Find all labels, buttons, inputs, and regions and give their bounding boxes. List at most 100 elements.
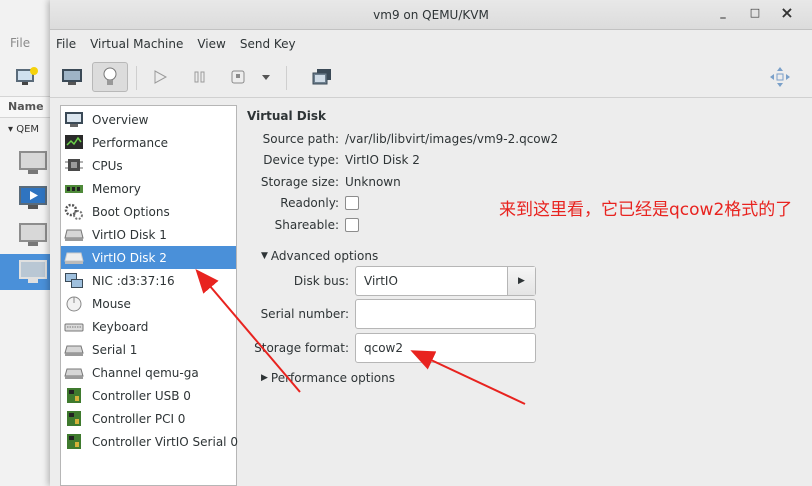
menu-view[interactable]: View	[197, 37, 225, 51]
serial-number-label: Serial number:	[260, 307, 349, 321]
device-item-serial-1[interactable]: Serial 1	[61, 338, 236, 361]
menu-send-key[interactable]: Send Key	[240, 37, 296, 51]
run-icon	[154, 70, 167, 84]
device-item-boot-options[interactable]: Boot Options	[61, 200, 236, 223]
device-label: Memory	[92, 181, 141, 196]
source-path-value: /var/lib/libvirt/images/vm9-2.qcow2	[345, 132, 559, 146]
bg-menu-file[interactable]: File	[10, 36, 30, 50]
device-label: Boot Options	[92, 204, 170, 219]
minimize-button[interactable]: _	[714, 6, 732, 24]
combo-arrow-icon[interactable]: ▶	[507, 267, 535, 295]
hardware-device-list: Overview Performance CPUs Memory Boot Op…	[60, 105, 238, 486]
toolbar	[50, 58, 812, 98]
device-item-keyboard[interactable]: Keyboard	[61, 315, 236, 338]
device-item-overview[interactable]: Overview	[61, 108, 236, 131]
expanded-arrow-icon: ▼	[261, 251, 268, 261]
device-item-controller-pci-0[interactable]: Controller PCI 0	[61, 407, 236, 430]
serial-icon	[64, 341, 84, 358]
shutdown-icon	[231, 70, 245, 84]
bg-connection-group[interactable]: ▾ QEM	[8, 124, 39, 135]
device-type-label: Device type:	[263, 153, 339, 167]
device-item-controller-virtio-serial-0[interactable]: Controller VirtIO Serial 0	[61, 430, 238, 453]
shutdown-dropdown-button[interactable]	[254, 62, 278, 92]
device-item-controller-usb-0[interactable]: Controller USB 0	[61, 384, 236, 407]
storage-size-row: Storage size: Unknown	[247, 172, 401, 192]
controller-icon	[64, 433, 84, 450]
device-label: CPUs	[92, 158, 123, 173]
source-path-label: Source path:	[262, 132, 339, 146]
cpu-icon	[64, 157, 84, 174]
vm-details-window: vm9 on QEMU/KVM _ □ × File Virtual Machi…	[50, 0, 812, 486]
snapshots-icon	[312, 69, 331, 85]
storage-format-row: Storage format:	[247, 338, 349, 358]
pause-button[interactable]	[182, 62, 218, 92]
shareable-row: Shareable:	[247, 215, 359, 235]
run-button[interactable]	[142, 62, 178, 92]
pause-icon	[194, 71, 205, 83]
device-item-mouse[interactable]: Mouse	[61, 292, 236, 315]
device-label: NIC :d3:37:16	[92, 273, 175, 288]
section-title: Virtual Disk	[247, 109, 326, 123]
window-title: vm9 on QEMU/KVM	[373, 8, 489, 22]
title-bar[interactable]: vm9 on QEMU/KVM _ □ ×	[50, 0, 812, 30]
disk-bus-combo[interactable]: VirtIO ▶	[355, 266, 536, 296]
device-type-value: VirtIO Disk 2	[345, 153, 420, 167]
shutdown-button[interactable]	[220, 62, 256, 92]
device-type-row: Device type: VirtIO Disk 2	[247, 150, 420, 170]
menu-bar: File Virtual Machine View Send Key	[50, 30, 812, 58]
device-label: Keyboard	[92, 319, 149, 334]
disk-icon	[64, 226, 84, 243]
performance-options-label: Performance options	[270, 371, 395, 385]
advanced-options-expander[interactable]: ▼ Advanced options	[261, 249, 378, 263]
console-button[interactable]	[54, 62, 90, 92]
close-button[interactable]: ×	[778, 3, 796, 22]
bg-vm-running-icon[interactable]	[18, 185, 50, 211]
disk-bus-value: VirtIO	[364, 274, 398, 288]
bg-vm-monitor-icon	[19, 260, 47, 283]
device-item-virtio-disk-1[interactable]: VirtIO Disk 1	[61, 223, 236, 246]
overview-icon	[64, 111, 84, 128]
readonly-checkbox[interactable]	[345, 196, 359, 210]
shareable-checkbox[interactable]	[345, 218, 359, 232]
device-label: Controller VirtIO Serial 0	[92, 434, 238, 449]
collapsed-arrow-icon: ▶	[261, 373, 268, 383]
storage-size-value: Unknown	[345, 175, 401, 189]
nic-icon	[64, 272, 84, 289]
performance-icon	[64, 134, 84, 151]
device-item-channel-qemu-ga[interactable]: Channel qemu-ga	[61, 361, 236, 384]
shutdown-dropdown-icon	[262, 75, 270, 80]
console-icon	[62, 69, 82, 85]
device-label: Channel qemu-ga	[92, 365, 199, 380]
bg-vm-monitor-icon[interactable]	[18, 150, 50, 176]
readonly-row: Readonly:	[247, 193, 359, 213]
device-item-cpus[interactable]: CPUs	[61, 154, 236, 177]
maximize-button[interactable]: □	[746, 6, 764, 24]
details-bulb-icon	[103, 67, 117, 85]
performance-options-expander[interactable]: ▶ Performance options	[261, 371, 395, 385]
menu-virtual-machine[interactable]: Virtual Machine	[90, 37, 183, 51]
annotation-text: 来到这里看，它已经是qcow2格式的了	[499, 200, 793, 220]
fullscreen-icon	[770, 67, 790, 87]
boot-options-icon	[64, 203, 84, 220]
details-button[interactable]	[92, 62, 128, 92]
device-item-performance[interactable]: Performance	[61, 131, 236, 154]
expander-icon: ▾	[8, 124, 17, 135]
fullscreen-button[interactable]	[762, 62, 798, 92]
device-item-memory[interactable]: Memory	[61, 177, 236, 200]
device-item-virtio-disk-2[interactable]: VirtIO Disk 2	[61, 246, 236, 269]
device-item-nic[interactable]: NIC :d3:37:16	[61, 269, 236, 292]
shareable-label: Shareable:	[274, 218, 339, 232]
snapshots-button[interactable]	[304, 62, 340, 92]
keyboard-icon	[64, 318, 84, 335]
source-path-row: Source path: /var/lib/libvirt/images/vm9…	[247, 129, 558, 149]
new-vm-icon[interactable]	[15, 66, 39, 86]
disk-bus-label: Disk bus:	[293, 274, 349, 288]
serial-number-input[interactable]	[355, 299, 536, 329]
storage-size-label: Storage size:	[260, 175, 339, 189]
bg-vm-monitor-icon[interactable]	[18, 222, 50, 248]
menu-file[interactable]: File	[56, 37, 76, 51]
storage-format-input[interactable]: qcow2	[355, 333, 536, 363]
memory-icon	[64, 180, 84, 197]
device-label: VirtIO Disk 1	[92, 227, 167, 242]
mouse-icon	[64, 295, 84, 312]
